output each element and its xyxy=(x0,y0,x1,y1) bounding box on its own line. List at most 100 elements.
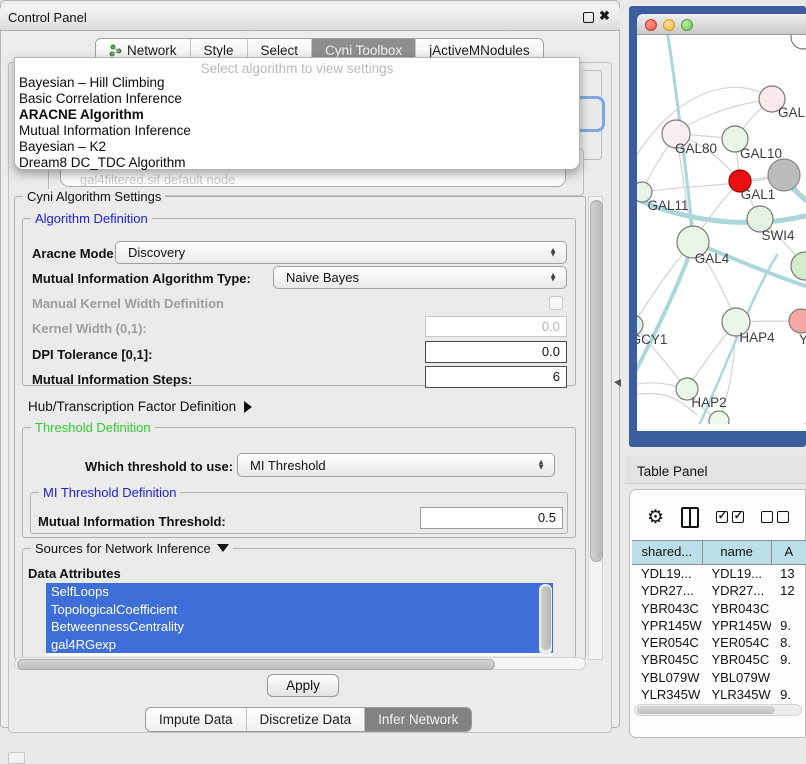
dpi-tolerance-field[interactable]: 0.0 xyxy=(425,341,567,363)
screen: Control Panel ✖ NetworkStyleSelectCyni T… xyxy=(0,0,806,762)
network-node[interactable] xyxy=(789,309,806,333)
column-header[interactable]: name xyxy=(703,541,772,564)
attribute-list-scrollbar[interactable] xyxy=(539,584,552,655)
table-cell: 9. xyxy=(771,651,806,668)
dropdown-prompt: Select algorithm to view settings xyxy=(15,58,579,75)
network-graph: GALGAL80GAL10GAL1GAL11SWI4GAL4GCY1HAP4YH… xyxy=(637,35,806,424)
which-threshold-label: Which threshold to use: xyxy=(85,459,233,474)
column-header[interactable]: A xyxy=(772,541,806,564)
network-node[interactable] xyxy=(791,252,806,280)
table-cell: YDR27... xyxy=(632,582,702,599)
table-row[interactable]: YBL079WYBL079W xyxy=(632,669,806,686)
table-toolbar: ⚙ xyxy=(630,496,806,538)
data-attribute-item[interactable]: BetweennessCentrality xyxy=(46,618,553,636)
network-node[interactable] xyxy=(791,35,806,49)
hub-definition-toggle[interactable]: Hub/Transcription Factor Definition xyxy=(28,399,252,414)
algorithm-option[interactable]: ARACNE Algorithm xyxy=(15,107,579,123)
select-all-icon[interactable] xyxy=(716,511,744,523)
data-attributes-list[interactable]: SelfLoopsTopologicalCoefficientBetweenne… xyxy=(46,583,553,656)
collapsed-arrow-icon xyxy=(244,401,252,413)
table-row[interactable]: YPR145WYPR145W9. xyxy=(632,617,806,634)
mi-type-combo[interactable]: Naive Bayes ▲▼ xyxy=(273,266,567,289)
dpi-tolerance-label: DPI Tolerance [0,1]: xyxy=(32,347,152,362)
table-cell: YPR145W xyxy=(632,617,702,634)
node-label: HAP4 xyxy=(739,330,775,345)
node-label: GAL11 xyxy=(647,198,688,213)
table-row[interactable]: YBR045CYBR045C9. xyxy=(632,651,806,668)
data-attribute-item[interactable]: gal4RGexp xyxy=(46,636,553,654)
column-header[interactable]: shared... xyxy=(632,541,703,564)
node-label: GCY1 xyxy=(637,332,667,347)
close-traffic-light-icon[interactable] xyxy=(645,19,657,31)
network-icon xyxy=(109,44,122,57)
gear-icon[interactable]: ⚙ xyxy=(647,506,664,529)
settings-vertical-scrollbar[interactable] xyxy=(588,196,603,660)
minimized-window-fragment xyxy=(8,752,25,764)
deselect-all-icon[interactable] xyxy=(761,511,789,523)
algorithm-option[interactable]: Bayesian – Hill Climbing xyxy=(15,75,579,91)
table-cell: YBR045C xyxy=(702,651,771,668)
close-icon[interactable]: ✖ xyxy=(599,8,610,24)
settings-horizontal-scrollbar[interactable] xyxy=(14,657,586,670)
table-row[interactable]: YLR345WYLR345W9. xyxy=(632,686,806,702)
node-label: GAL10 xyxy=(740,146,782,161)
aracne-mode-label: Aracne Mode: xyxy=(32,246,118,261)
table-horizontal-scrollbar[interactable] xyxy=(634,704,802,716)
table-cell: 13 xyxy=(771,565,806,582)
mi-type-label: Mutual Information Algorithm Type: xyxy=(32,271,251,286)
aracne-mode-combo[interactable]: Discovery ▲▼ xyxy=(115,241,567,264)
table-cell: YDL19... xyxy=(632,565,702,582)
mi-steps-field[interactable]: 6 xyxy=(425,366,567,388)
network-node[interactable] xyxy=(709,411,729,424)
which-threshold-combo[interactable]: MI Threshold ▲▼ xyxy=(237,453,555,477)
algorithm-option[interactable]: Mutual Information Inference xyxy=(15,123,579,139)
network-window: GALGAL80GAL10GAL1GAL11SWI4GAL4GCY1HAP4YH… xyxy=(637,14,806,431)
node-label: GAL xyxy=(778,105,806,120)
table-cell: YLR345W xyxy=(632,686,702,702)
which-threshold-value: MI Threshold xyxy=(250,458,326,473)
apply-button[interactable]: Apply xyxy=(267,674,339,697)
float-window-icon[interactable] xyxy=(583,12,594,23)
tab-impute-data[interactable]: Impute Data xyxy=(146,708,247,731)
table-cell: YDL19... xyxy=(702,565,771,582)
table-row[interactable]: YDL19...YDL19...13 xyxy=(632,565,806,582)
mi-threshold-label: Mutual Information Threshold: xyxy=(38,514,226,529)
network-select-value: gal4filtered.sif default node xyxy=(80,172,235,187)
table-cell: YBR045C xyxy=(632,651,702,668)
minimize-traffic-light-icon[interactable] xyxy=(663,19,675,31)
mi-steps-label: Mutual Information Steps: xyxy=(32,372,192,387)
algorithm-dropdown-popup: Select algorithm to view settings Bayesi… xyxy=(14,57,580,170)
spinner-arrows-icon: ▲▼ xyxy=(549,273,557,282)
table-row[interactable]: YDR27...YDR27...12 xyxy=(632,582,806,599)
zoom-traffic-light-icon[interactable] xyxy=(681,19,693,31)
algorithm-option[interactable]: Dream8 DC_TDC Algorithm xyxy=(15,155,579,171)
table-header-row: shared...nameA xyxy=(632,540,806,565)
table-row[interactable]: YBR043CYBR043C xyxy=(632,600,806,617)
tab-discretize-data[interactable]: Discretize Data xyxy=(247,708,366,731)
network-window-titlebar[interactable] xyxy=(637,14,806,35)
sources-title[interactable]: Sources for Network Inference xyxy=(31,541,233,556)
data-attribute-item[interactable]: SelfLoops xyxy=(46,583,553,601)
manual-kernel-checkbox[interactable] xyxy=(549,296,563,310)
table-panel: ⚙ shared...nameAYDL19...YDL19...13YDR27.… xyxy=(629,489,806,738)
kernel-width-field[interactable]: 0.0 xyxy=(425,316,567,337)
table-cell: YER054C xyxy=(632,634,702,651)
algorithm-option[interactable]: Bayesian – K2 xyxy=(15,139,579,155)
cyni-settings-title: Cyni Algorithm Settings xyxy=(23,189,165,204)
aracne-mode-value: Discovery xyxy=(128,245,185,260)
manual-kernel-label: Manual Kernel Width Definition xyxy=(32,296,224,311)
table-cell xyxy=(771,669,806,686)
data-attribute-item[interactable]: TopologicalCoefficient xyxy=(46,601,553,619)
algorithm-option[interactable]: Basic Correlation Inference xyxy=(15,91,579,107)
mi-threshold-field[interactable]: 0.5 xyxy=(420,507,563,529)
table-row[interactable]: YER054CYER054C8. xyxy=(632,634,806,651)
network-canvas[interactable]: GALGAL80GAL10GAL1GAL11SWI4GAL4GCY1HAP4YH… xyxy=(637,35,806,424)
network-view-frame[interactable]: GALGAL80GAL10GAL1GAL11SWI4GAL4GCY1HAP4YH… xyxy=(629,6,806,447)
split-columns-icon[interactable] xyxy=(681,507,699,528)
threshold-definition-title: Threshold Definition xyxy=(31,420,155,435)
mi-threshold-group-title: MI Threshold Definition xyxy=(39,485,180,500)
table-cell: YBR043C xyxy=(632,600,702,617)
node-label: GAL80 xyxy=(675,141,717,156)
tab-infer-network[interactable]: Infer Network xyxy=(365,708,471,731)
control-panel-titlebar[interactable] xyxy=(0,5,620,31)
